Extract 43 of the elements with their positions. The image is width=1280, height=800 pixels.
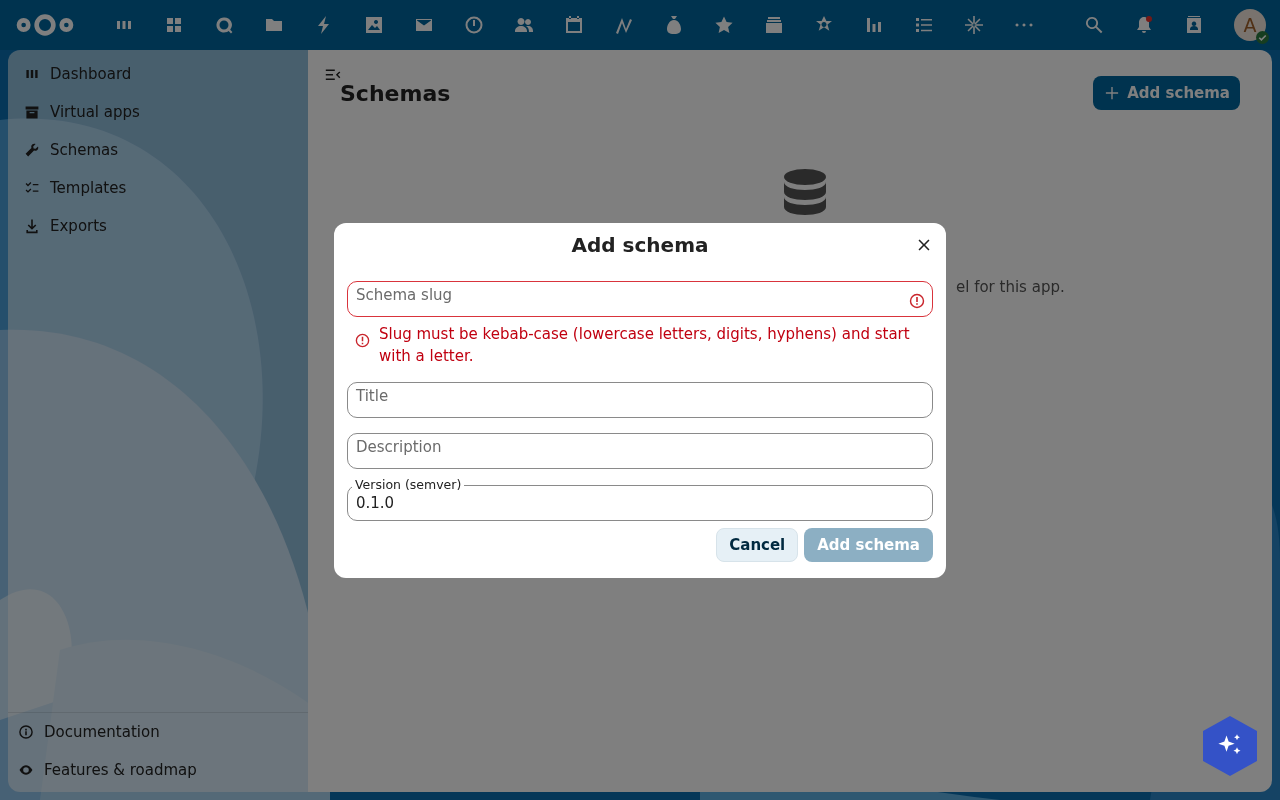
bar-chart-icon[interactable]: [864, 15, 884, 35]
logo-icon[interactable]: [14, 12, 76, 38]
input-field[interactable]: Schema slug: [347, 280, 933, 317]
database-icon: [783, 168, 827, 218]
contact-card-icon[interactable]: [1184, 15, 1204, 35]
plus-icon: [1105, 86, 1120, 100]
archive-icon: [24, 104, 40, 120]
add-schema-button[interactable]: Add schema: [1093, 76, 1240, 110]
sidebar-item[interactable]: Templates: [16, 169, 300, 207]
image-icon[interactable]: [364, 15, 384, 35]
info-icon: [18, 724, 34, 740]
chat-bubble-icon[interactable]: [214, 15, 234, 35]
input-field[interactable]: Title: [347, 381, 933, 418]
clock-icon[interactable]: [464, 15, 484, 35]
wrench-icon: [24, 142, 40, 158]
sidebar-item[interactable]: Dashboard: [16, 55, 300, 93]
money-bag-icon[interactable]: [664, 15, 684, 35]
page-title: Schemas: [340, 80, 451, 106]
sidebar-item[interactable]: Virtual apps: [16, 93, 300, 131]
cancel-button[interactable]: Cancel: [716, 527, 799, 562]
avatar[interactable]: A: [1234, 9, 1266, 41]
people-icon[interactable]: [514, 15, 534, 35]
sidebar-link[interactable]: Documentation: [8, 713, 308, 751]
error-message: Slug must be kebab-case (lowercase letters, digits, hyphens) and start with a letter.: [379, 323, 911, 367]
field-label: Version (semver): [352, 476, 465, 492]
snowflake-icon[interactable]: [964, 15, 984, 35]
tray-icon[interactable]: [764, 15, 784, 35]
sidebar-link[interactable]: Features & roadmap: [8, 751, 308, 789]
dialog-title: Add schema: [571, 232, 709, 257]
empty-state-text: el for this app.: [956, 278, 1065, 296]
list-icon[interactable]: [914, 15, 934, 35]
warning-icon: [354, 331, 371, 349]
sidebar-item[interactable]: Exports: [16, 207, 300, 245]
input-field[interactable]: Description: [347, 432, 933, 469]
sidebar-item[interactable]: Schemas: [16, 131, 300, 169]
download-icon: [24, 218, 40, 234]
grid-icon[interactable]: [164, 15, 184, 35]
warning-icon: [908, 291, 926, 310]
star-icon[interactable]: [714, 15, 734, 35]
calendar-icon[interactable]: [564, 15, 584, 35]
search-icon[interactable]: [1084, 15, 1104, 35]
bell-icon[interactable]: [1134, 15, 1154, 35]
eye-icon: [18, 762, 34, 778]
